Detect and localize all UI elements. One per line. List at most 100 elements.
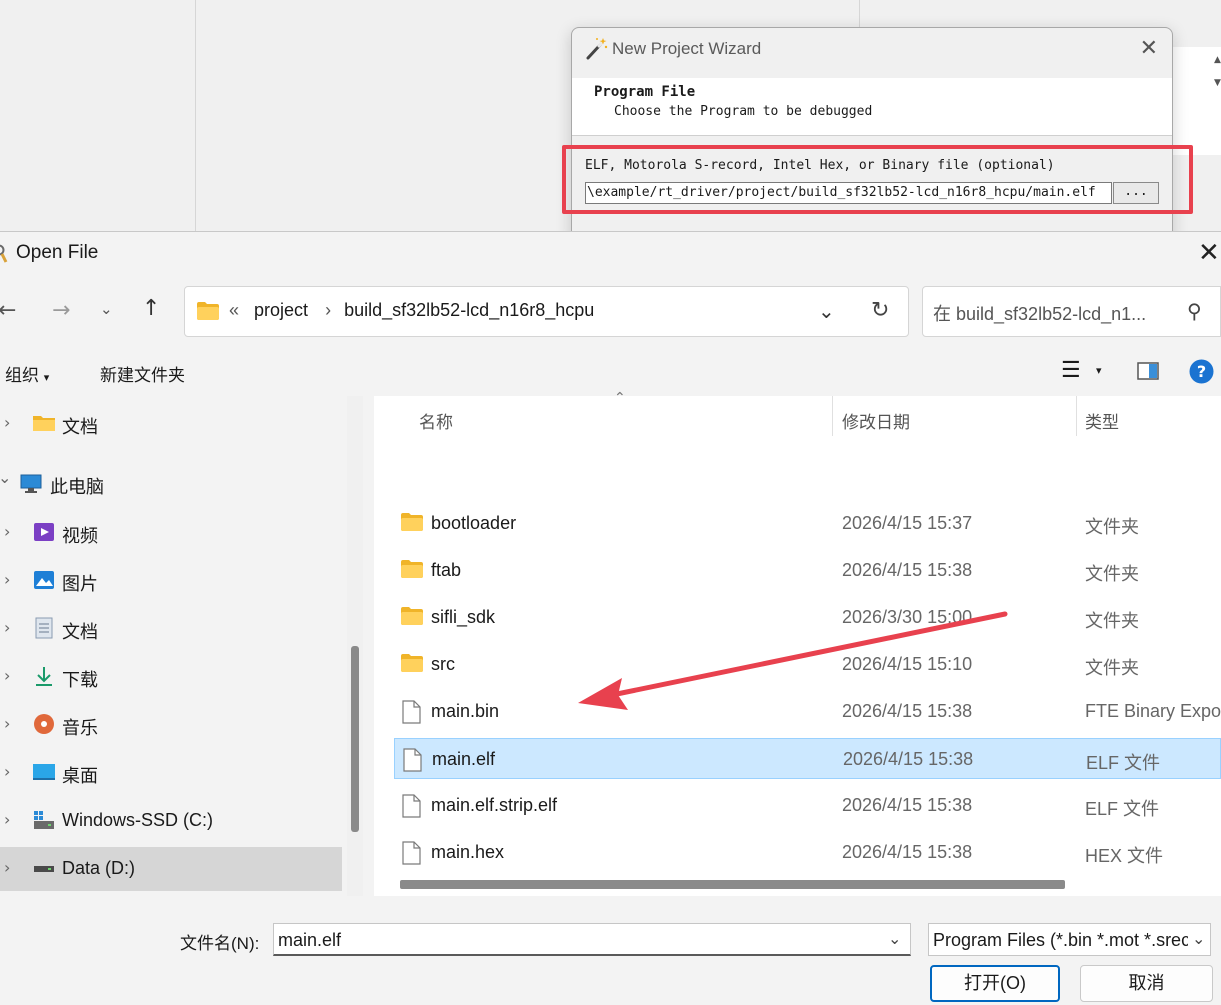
column-separator[interactable] [832,396,833,436]
dialog-close-icon[interactable]: ✕ [1198,238,1220,268]
chevron-right-icon[interactable]: › [4,522,10,541]
file-row[interactable]: ftab 2026/4/15 15:38 文件夹 [394,550,1221,591]
view-dropdown-icon[interactable]: ▾ [1096,364,1102,377]
file-type: HEX 文件 [1085,846,1164,866]
breadcrumb: « project › build_sf32lb52-lcd_n16r8_hcp… [229,300,598,321]
drive-d-icon [34,866,54,872]
back-arrow-icon[interactable]: ← [0,298,16,323]
nav-label: 下载 [62,670,98,690]
file-name: ftab [431,560,462,580]
magnifier-icon [0,244,8,263]
file-row[interactable]: main.hex 2026/4/15 15:38 HEX 文件 [394,832,1221,873]
file-date: 2026/4/15 15:38 [842,701,973,721]
filename-dropdown-icon[interactable]: ⌄ [888,929,901,948]
file-type: 文件夹 [1085,658,1139,678]
file-icon [402,748,422,776]
nav-item-videos[interactable]: › 视频 [0,511,342,555]
nav-label: Windows-SSD (C:) [62,810,214,830]
download-icon [36,667,52,686]
filetype-dropdown-icon[interactable]: ⌄ [1188,929,1206,948]
cancel-button[interactable]: 取消 [1080,965,1213,1002]
file-type: 文件夹 [1085,564,1139,584]
file-row[interactable]: main.elf.strip.elf 2026/4/15 15:38 ELF 文件 [394,785,1221,826]
bg-divider [195,0,196,235]
scroll-up-icon: ▲ [1214,55,1221,65]
svg-text:?: ? [1197,362,1206,381]
forward-arrow-icon[interactable]: → [52,298,70,323]
breadcrumb-build-folder[interactable]: build_sf32lb52-lcd_n16r8_hcpu [344,300,594,320]
file-date: 2026/4/15 15:37 [842,513,973,533]
open-file-dialog: Open File ✕ ← → ⌄ ↑ « project › build_sf… [0,231,1221,1005]
magic-wand-icon [586,38,608,60]
file-name: bootloader [431,513,517,533]
breadcrumb-overflow[interactable]: « [229,300,239,320]
nav-item-documents-quick[interactable]: › 文档 [0,402,342,446]
address-dropdown-icon[interactable]: ⌄ [818,299,835,323]
file-name: src [431,654,455,674]
nav-item-desktop[interactable]: › 桌面 [0,751,342,795]
search-icon[interactable]: ⚲ [1187,299,1202,323]
chevron-right-icon[interactable]: › [4,618,10,637]
search-box[interactable]: 在 build_sf32lb52-lcd_n1... ⚲ [922,286,1221,337]
file-row[interactable]: src 2026/4/15 15:10 文件夹 [394,644,1221,685]
chevron-down-icon[interactable]: ⌄ [0,468,11,487]
chevron-right-icon[interactable]: › [4,413,10,432]
filename-value: main.elf [278,930,342,950]
filetype-value: Program Files (*.bin *.mot *.srec [933,930,1191,950]
horizontal-scrollbar-thumb[interactable] [400,880,1065,889]
nav-label: 文档 [62,622,98,642]
filename-input[interactable]: main.elf ⌄ [273,923,911,956]
file-row[interactable]: main.elf 2026/4/15 15:38 ELF 文件 [394,738,1221,779]
filename-label: 文件名(N): [180,934,260,953]
chevron-right-icon[interactable]: › [4,810,10,829]
file-name: main.bin [431,701,500,721]
documents-icon [35,617,53,639]
file-type: FTE Binary Expo [1085,701,1221,721]
music-icon [34,714,54,734]
sort-ascending-icon: ⌃ [614,390,626,406]
file-name: main.elf.strip.elf [431,795,558,815]
search-input[interactable]: 在 build_sf32lb52-lcd_n1... [933,300,1146,326]
up-arrow-icon[interactable]: ↑ [142,296,160,321]
wizard-close-icon[interactable]: ✕ [1140,36,1158,61]
caret-down-icon: ▾ [43,372,50,384]
chevron-right-icon[interactable]: › [4,570,10,589]
column-header-date[interactable]: 修改日期 [842,408,910,433]
preview-pane-icon[interactable] [1137,362,1159,380]
wizard-heading: Program File [594,84,696,100]
scroll-down-icon: ▼ [1214,78,1221,88]
file-type: 文件夹 [1085,611,1139,631]
refresh-icon[interactable]: ↻ [871,298,889,323]
file-type: ELF 文件 [1086,753,1161,773]
filetype-select[interactable]: Program Files (*.bin *.mot *.srec ⌄ [928,923,1211,956]
column-header-type[interactable]: 类型 [1085,408,1119,433]
column-header-name[interactable]: 名称 [419,408,453,433]
new-folder-button[interactable]: 新建文件夹 [100,361,185,386]
recent-dropdown-icon[interactable]: ⌄ [100,300,113,318]
file-row[interactable]: main.bin 2026/4/15 15:38 FTE Binary Expo [394,691,1221,732]
file-row[interactable]: sifli_sdk 2026/3/30 15:00 文件夹 [394,597,1221,638]
breadcrumb-project[interactable]: project [254,300,308,320]
chevron-right-icon[interactable]: › [4,762,10,781]
view-list-icon[interactable]: ☰ [1061,357,1081,383]
file-row[interactable]: bootloader 2026/4/15 15:37 文件夹 [394,503,1221,544]
chevron-right-icon[interactable]: › [4,714,10,733]
nav-item-pictures[interactable]: › 图片 [0,559,342,603]
organize-menu[interactable]: 组织 ▾ [5,361,49,386]
address-bar[interactable]: « project › build_sf32lb52-lcd_n16r8_hcp… [184,286,909,337]
nav-item-drive-c[interactable]: › Windows-SSD (C:) [0,799,342,843]
nav-item-music[interactable]: › 音乐 [0,703,342,747]
chevron-right-icon[interactable]: › [4,666,10,685]
help-icon[interactable]: ? [1189,359,1214,384]
nav-item-documents[interactable]: › 文档 [0,607,342,651]
nav-scrollbar-thumb[interactable] [351,646,359,832]
column-separator[interactable] [1076,396,1077,436]
nav-item-downloads[interactable]: › 下载 [0,655,342,699]
nav-item-this-pc[interactable]: ⌄ 此电脑 [0,462,342,506]
chevron-right-icon[interactable]: › [4,858,10,877]
folder-icon [401,559,423,583]
nav-item-drive-d[interactable]: › Data (D:) [0,847,342,891]
open-button[interactable]: 打开(O) [930,965,1060,1002]
wizard-title: New Project Wizard [612,39,762,58]
pictures-icon [34,571,54,589]
